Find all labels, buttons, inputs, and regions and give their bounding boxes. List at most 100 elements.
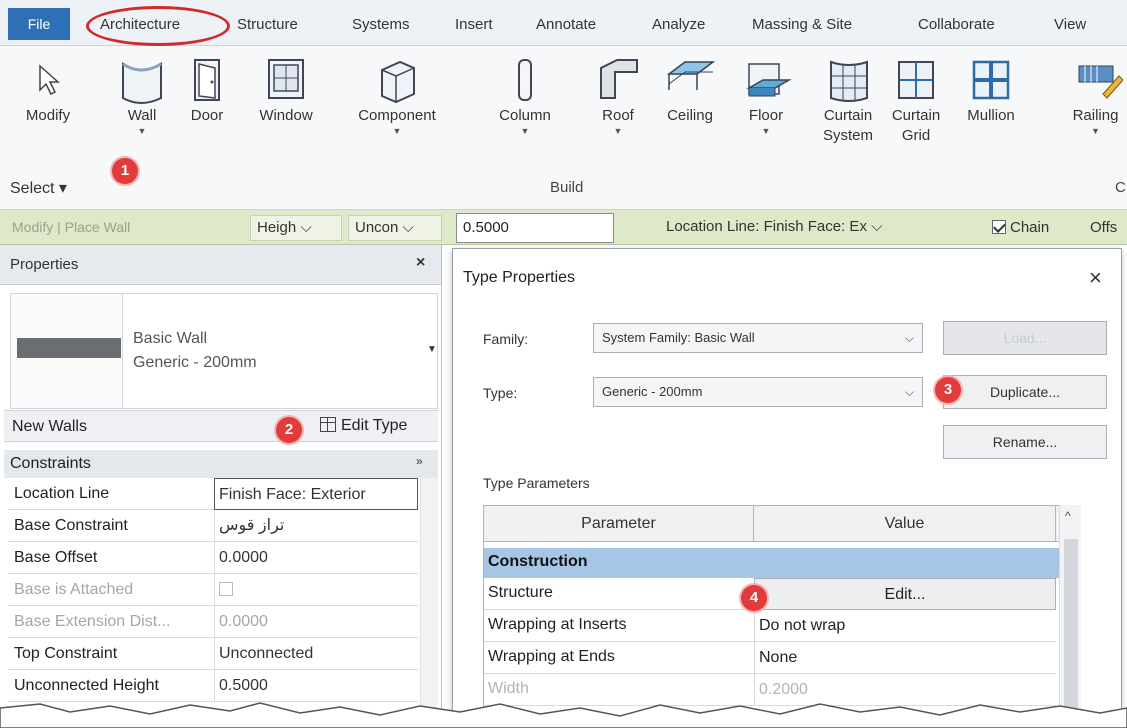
base-offset-field[interactable]: 0.0000	[214, 542, 418, 574]
property-row: Top Constraint Unconnected	[8, 638, 418, 670]
instance-filter-row[interactable]: New Walls Edit Type	[4, 410, 438, 442]
mullion-icon	[972, 60, 1010, 100]
property-row: Base Extension Dist... 0.0000	[8, 606, 418, 638]
floor-dropdown-caret[interactable]: ▼	[736, 126, 796, 136]
dialog-close-button[interactable]: ×	[1089, 265, 1102, 291]
wall-icon	[122, 62, 162, 104]
load-button[interactable]: Load...	[943, 321, 1107, 355]
parameter-name: Wrapping at Ends	[488, 648, 615, 665]
parameter-column-header[interactable]: Parameter	[484, 506, 754, 542]
wall-label: Wall	[127, 107, 157, 124]
type-properties-dialog: Type Properties × Family: System Family:…	[452, 248, 1122, 728]
tab-insert[interactable]: Insert	[455, 14, 493, 36]
window-button[interactable]: Window	[248, 54, 324, 126]
tab-massing-site[interactable]: Massing & Site	[752, 14, 852, 36]
property-key: Base Offset	[14, 549, 98, 566]
properties-header: Properties ×	[0, 245, 441, 285]
ribbon-tab-bar: File Architecture Structure Systems Inse…	[0, 0, 1127, 46]
chevron-down-icon[interactable]: ▼	[427, 344, 437, 355]
floor-icon	[746, 63, 792, 97]
circulation-panel-label: C	[1115, 179, 1126, 196]
options-bar: Modify | Place Wall Heigh ⌵ Uncon ⌵ 0.50…	[0, 209, 1127, 245]
wall-dropdown-caret[interactable]: ▼	[112, 126, 172, 136]
construction-group-header[interactable]: Construction »	[484, 548, 1070, 578]
tab-analyze[interactable]: Analyze	[652, 14, 705, 36]
railing-button[interactable]: Railing ▼	[1064, 54, 1127, 136]
type-dropdown[interactable]: Generic - 200mm ⌵	[593, 377, 923, 407]
railing-dropdown-caret[interactable]: ▼	[1064, 126, 1127, 136]
unconnected-height-field[interactable]: 0.5000	[214, 670, 418, 702]
tab-systems[interactable]: Systems	[352, 14, 410, 36]
roof-dropdown-caret[interactable]: ▼	[590, 126, 646, 136]
wrapping-ends-value[interactable]: None	[754, 642, 1056, 674]
component-icon	[381, 60, 415, 104]
scroll-up-icon[interactable]: ^	[1065, 509, 1071, 523]
type-selector[interactable]: Basic Wall Generic - 200mm ▼	[10, 293, 438, 409]
rename-button[interactable]: Rename...	[943, 425, 1107, 459]
property-row: Unconnected Height 0.5000	[8, 670, 418, 702]
table-scrollbar[interactable]: ^	[1059, 505, 1081, 728]
tab-view[interactable]: View	[1054, 14, 1086, 36]
type-value: Generic - 200mm	[602, 384, 703, 399]
collapse-icon[interactable]: »	[416, 454, 423, 468]
chevron-down-icon: ⌵	[904, 331, 914, 345]
floor-label: Floor	[748, 107, 784, 124]
location-line-dropdown[interactable]: Location Line: Finish Face: Ex ⌵	[660, 215, 966, 241]
top-constraint-field[interactable]: Unconnected	[214, 638, 418, 670]
column-icon	[518, 59, 532, 101]
step-badge-3: 3	[935, 377, 961, 403]
curtain-grid-icon	[898, 61, 934, 99]
component-label: Component	[358, 107, 436, 124]
scrollbar-thumb[interactable]	[1064, 539, 1078, 727]
component-dropdown-caret[interactable]: ▼	[350, 126, 444, 136]
base-constraint-field[interactable]: تراز قوس	[214, 510, 418, 542]
chain-checkbox-box[interactable]	[992, 220, 1006, 234]
location-line-field[interactable]: Finish Face: Exterior	[214, 478, 418, 510]
step-badge-1: 1	[112, 158, 138, 184]
group-label: Construction	[488, 553, 588, 570]
wrapping-inserts-value[interactable]: Do not wrap	[754, 610, 1056, 642]
property-key: Unconnected Height	[14, 677, 159, 694]
height-value-input[interactable]: 0.5000	[456, 213, 614, 243]
floor-button[interactable]: Floor ▼	[736, 54, 796, 136]
value-column-header[interactable]: Value	[754, 506, 1056, 542]
ceiling-icon	[666, 61, 716, 90]
family-dropdown[interactable]: System Family: Basic Wall ⌵	[593, 323, 923, 353]
properties-scrollbar[interactable]	[420, 478, 438, 728]
column-label: Column	[499, 107, 551, 124]
height-dropdown[interactable]: Heigh ⌵	[250, 215, 342, 241]
wall-button[interactable]: Wall ▼	[112, 54, 172, 136]
properties-close-button[interactable]: ×	[416, 254, 425, 272]
type-label: Type:	[483, 385, 518, 401]
modify-button[interactable]: Modify	[18, 54, 78, 126]
tab-annotate[interactable]: Annotate	[536, 14, 596, 36]
column-dropdown-caret[interactable]: ▼	[490, 126, 560, 136]
constraints-group-header[interactable]: Constraints »	[4, 450, 438, 478]
roof-button[interactable]: Roof ▼	[590, 54, 646, 136]
tab-file[interactable]: File	[8, 8, 70, 40]
structure-edit-button[interactable]: Edit...	[754, 578, 1056, 610]
duplicate-button[interactable]: Duplicate...	[943, 375, 1107, 409]
edit-type-button[interactable]: Edit Type	[320, 417, 407, 435]
chain-label: Chain	[1010, 219, 1050, 236]
curtain-grid-button[interactable]: Curtain Grid	[884, 54, 948, 146]
type-parameters-table: Parameter Value = Construction » Structu…	[483, 505, 1071, 728]
chain-checkbox[interactable]: Chain	[992, 219, 1049, 236]
select-panel-label[interactable]: Select ▾	[10, 178, 67, 198]
property-key: Location Line	[14, 485, 110, 502]
tab-collaborate[interactable]: Collaborate	[918, 14, 995, 36]
property-key: Base Extension Dist...	[14, 613, 171, 630]
door-button[interactable]: Door	[182, 54, 232, 126]
curtain-grid-label-1: Curtain	[891, 107, 941, 124]
tab-structure[interactable]: Structure	[237, 14, 298, 36]
curtain-system-button[interactable]: Curtain System	[816, 54, 880, 146]
top-constraint-dropdown[interactable]: Uncon ⌵	[348, 215, 442, 241]
mullion-button[interactable]: Mullion	[958, 54, 1024, 126]
new-walls-label: New Walls	[12, 418, 87, 435]
ceiling-button[interactable]: Ceiling	[660, 54, 720, 126]
property-key: Top Constraint	[14, 645, 118, 662]
column-button[interactable]: Column ▼	[490, 54, 560, 136]
type-name: Generic - 200mm	[133, 354, 257, 371]
properties-title: Properties	[10, 256, 79, 273]
component-button[interactable]: Component ▼	[350, 54, 444, 136]
